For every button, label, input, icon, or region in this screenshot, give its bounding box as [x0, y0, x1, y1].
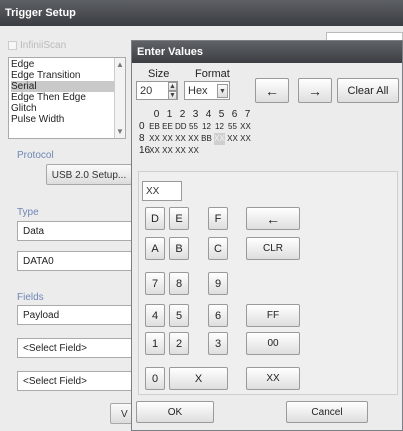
key-f-button[interactable]: F	[208, 207, 228, 230]
select-field-1[interactable]: <Select Field>	[17, 338, 133, 358]
grid-cell[interactable]: XX	[162, 133, 173, 145]
key-c-button[interactable]: C	[208, 237, 228, 260]
grid-cell[interactable]: 55	[227, 121, 238, 133]
col-header: 3	[192, 109, 199, 120]
usb-setup-button[interactable]: USB 2.0 Setup...	[46, 164, 132, 185]
chevron-down-icon[interactable]: ▼	[217, 84, 228, 98]
ff-button[interactable]: FF	[246, 304, 300, 327]
key-8-button[interactable]: 8	[169, 272, 189, 295]
scroll-down-icon[interactable]: ▼	[116, 126, 124, 137]
col-header: 7	[244, 109, 251, 120]
grid-cell[interactable]: XX	[149, 133, 160, 145]
key-e-button[interactable]: E	[169, 207, 189, 230]
key-7-button[interactable]: 7	[145, 272, 165, 295]
size-up-icon[interactable]: ▲	[168, 82, 177, 91]
grid-cell[interactable]: XX	[240, 121, 251, 133]
grid-cell[interactable]: XX	[162, 145, 173, 157]
key-5-button[interactable]: 5	[169, 304, 189, 327]
list-scrollbar[interactable]: ▲ ▼	[114, 58, 125, 138]
row-label: 0	[139, 121, 145, 132]
key-4-button[interactable]: 4	[145, 304, 165, 327]
grid-row: 8 XX XX XX XX BB XX XX XX	[139, 133, 255, 145]
window-title: Trigger Setup	[0, 0, 403, 26]
key-9-button[interactable]: 9	[208, 272, 228, 295]
ok-button[interactable]: OK	[136, 401, 214, 423]
grid-cell[interactable]: XX	[175, 145, 186, 157]
col-header: 2	[179, 109, 186, 120]
type-label: Type	[17, 207, 39, 218]
list-item[interactable]: Serial	[11, 81, 123, 92]
grid-row: 0 EB EE DD 55 12 12 55 XX	[139, 121, 255, 133]
cursor-right-button[interactable]: →	[298, 78, 332, 103]
value-entry-field[interactable]: XX	[142, 181, 182, 201]
key-d-button[interactable]: D	[145, 207, 165, 230]
grid-cell[interactable]: DD	[175, 121, 187, 133]
list-item[interactable]: Pulse Width	[11, 114, 123, 125]
scroll-up-icon[interactable]: ▲	[116, 59, 124, 70]
row-label: 16	[139, 145, 151, 156]
key-0-button[interactable]: 0	[145, 367, 165, 390]
list-item[interactable]: Edge Transition	[11, 70, 123, 81]
cancel-button[interactable]: Cancel	[286, 401, 368, 423]
grid-cell[interactable]: XX	[188, 145, 199, 157]
type-select[interactable]: Data	[17, 221, 133, 241]
xx-button[interactable]: XX	[246, 367, 300, 390]
enter-values-dialog: Enter Values Size Format 20 ▲ ▼ Hex ▼ ← …	[131, 40, 403, 431]
grid-cell[interactable]: 12	[214, 121, 225, 133]
key-a-button[interactable]: A	[145, 237, 165, 260]
row-label: 8	[139, 133, 145, 144]
grid-cell[interactable]: XX	[175, 133, 186, 145]
grid-cell[interactable]: 55	[188, 121, 199, 133]
infiniscan-label: InfiniiScan	[20, 40, 67, 51]
col-header: 0	[153, 109, 160, 120]
format-select[interactable]: Hex ▼	[184, 81, 230, 100]
col-header: 6	[231, 109, 238, 120]
clr-button[interactable]: CLR	[246, 237, 300, 260]
list-item[interactable]: Glitch	[11, 103, 123, 114]
infiniscan-checkbox[interactable]	[8, 41, 17, 50]
size-spinner[interactable]: 20 ▲ ▼	[136, 81, 178, 100]
col-header: 1	[166, 109, 173, 120]
key-x-button[interactable]: X	[169, 367, 228, 390]
grid-cell[interactable]: EB	[149, 121, 160, 133]
col-header: 5	[218, 109, 225, 120]
grid-cell[interactable]: XX	[188, 133, 199, 145]
format-label: Format	[195, 68, 230, 80]
format-value: Hex	[188, 85, 208, 97]
list-item[interactable]: Edge Then Edge	[11, 92, 123, 103]
size-label: Size	[148, 68, 170, 80]
list-item[interactable]: Edge	[11, 59, 123, 70]
grid-cell[interactable]: XX	[227, 133, 238, 145]
key-b-button[interactable]: B	[169, 237, 189, 260]
dialog-title: Enter Values	[132, 41, 402, 63]
grid-cell[interactable]: EE	[162, 121, 173, 133]
clear-all-button[interactable]: Clear All	[337, 78, 399, 103]
key-3-button[interactable]: 3	[208, 332, 228, 355]
grid-cell[interactable]: 12	[201, 121, 212, 133]
grid-cell[interactable]: BB	[201, 133, 212, 145]
backspace-button[interactable]: ←	[246, 207, 300, 230]
protocol-label: Protocol	[17, 150, 54, 161]
fields-label: Fields	[17, 292, 44, 303]
zero-zero-button[interactable]: 00	[246, 332, 300, 355]
grid-cell-selected[interactable]: XX	[214, 133, 225, 145]
hex-value-grid: 01234567 0 EB EE DD 55 12 12 55 XX 8 XX XX XX XX BB XX…	[139, 109, 255, 157]
grid-row: 16XX XX XX XX	[139, 145, 255, 157]
trigger-type-list[interactable]: Edge Edge Transition Serial Edge Then Ed…	[8, 57, 126, 139]
key-1-button[interactable]: 1	[145, 332, 165, 355]
key-6-button[interactable]: 6	[208, 304, 228, 327]
cursor-left-button[interactable]: ←	[255, 78, 289, 103]
fields-select[interactable]: Payload	[17, 305, 133, 325]
value-entry-text: XX	[146, 186, 160, 197]
key-2-button[interactable]: 2	[169, 332, 189, 355]
grid-cell[interactable]: XX	[149, 145, 160, 157]
type-value-select[interactable]: DATA0	[17, 251, 133, 271]
select-field-2[interactable]: <Select Field>	[17, 371, 133, 391]
grid-column-headers: 01234567	[139, 109, 255, 121]
size-value: 20	[140, 85, 153, 97]
grid-cell[interactable]: XX	[240, 133, 251, 145]
col-header: 4	[205, 109, 212, 120]
size-down-icon[interactable]: ▼	[168, 91, 177, 100]
